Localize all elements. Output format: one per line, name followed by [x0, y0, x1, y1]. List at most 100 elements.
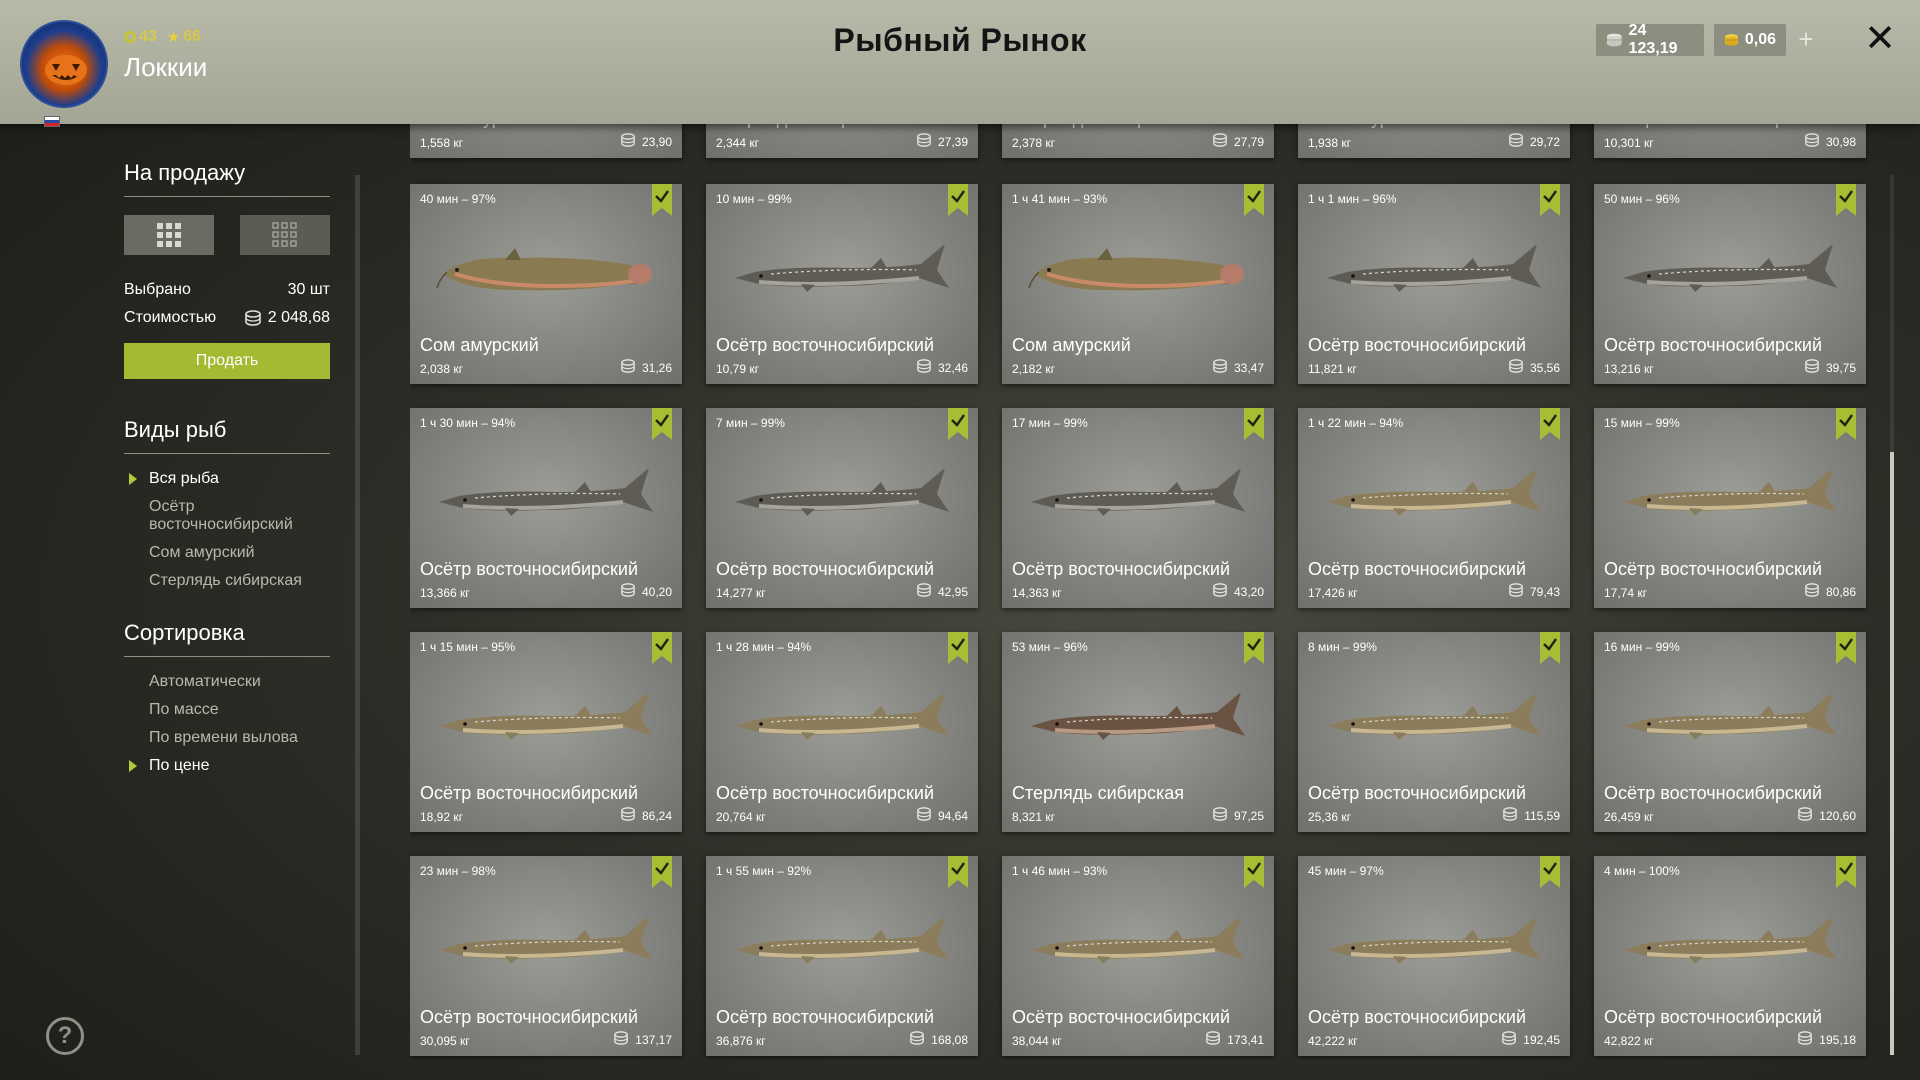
fish-card[interactable]: 1 ч 55 мин – 92% Осётр восточносибирский 3… [706, 856, 978, 1056]
fish-card[interactable]: 1 ч 22 мин – 94% Осётр восточносибирский 1… [1298, 408, 1570, 608]
close-button[interactable]: ✕ [1862, 18, 1898, 60]
fish-price: 23,90 [620, 133, 672, 150]
fish-price: 173,41 [1205, 1031, 1264, 1048]
fish-price-value: 29,72 [1529, 134, 1560, 149]
fish-card[interactable]: 23 мин – 98% Осётр восточносибирский 30,09… [410, 856, 682, 1056]
sell-button[interactable]: Продать [124, 343, 330, 379]
selected-checkmark-icon[interactable] [1540, 632, 1560, 664]
fish-price: 192,45 [1501, 1031, 1560, 1048]
fish-card[interactable]: 45 мин – 97% Осётр восточносибирский 42,22… [1298, 856, 1570, 1056]
fish-weight: 13,366 кг [420, 586, 470, 600]
large-grid-view-button[interactable] [124, 215, 214, 255]
fish-card[interactable]: 10 мин – 99% Осётр восточносибирский 10,79… [706, 184, 978, 384]
sturgeon-light-fish-icon [731, 682, 953, 752]
gold-amount: 0,06 [1744, 31, 1776, 48]
selected-checkmark-icon[interactable] [1244, 632, 1264, 664]
fish-name: Осётр восточносибирский [1604, 559, 1823, 579]
selected-checkmark-icon[interactable] [1244, 184, 1264, 216]
cost-value: 2 048,68 [267, 309, 330, 326]
fish-card[interactable]: 40 мин – 97% Сом амурский 2,038 кг 31,26 [410, 184, 682, 384]
silver-coins-icon [620, 359, 636, 376]
fish-card[interactable]: 1 ч 41 мин – 93% Сом амурский 2,182 кг 33,4… [1002, 184, 1274, 384]
silver-coins-icon [620, 583, 636, 600]
selected-checkmark-icon[interactable] [652, 184, 672, 216]
fish-card[interactable]: 1 ч 28 мин – 94% Осётр восточносибирский 2… [706, 632, 978, 832]
silver-coins-icon [909, 1031, 925, 1048]
catfish-fish-icon [435, 234, 657, 304]
fish-name: Сом амурский [1012, 335, 1131, 355]
fish-price: 168,08 [909, 1031, 968, 1048]
fish-card[interactable]: 1 ч 1 мин – 96% Осётр восточносибирский 11… [1298, 184, 1570, 384]
silver-coins-icon [1205, 1031, 1221, 1048]
fish-card[interactable]: 50 мин – 96% Осётр восточносибирский 13,21… [1594, 184, 1866, 384]
species-filter-item-label: Стерлядь сибирская [149, 572, 302, 589]
fish-card[interactable]: 1 ч 46 мин – 93% Осётр восточносибирский 3… [1002, 856, 1274, 1056]
selected-checkmark-icon[interactable] [1244, 408, 1264, 440]
selected-checkmark-icon[interactable] [1540, 856, 1560, 888]
fish-card[interactable]: 8 мин – 99% Осётр восточносибирский 25,36 … [1298, 632, 1570, 832]
fish-price-value: 79,43 [1529, 584, 1560, 599]
species-filter-item[interactable]: Стерлядь сибирская [124, 572, 330, 590]
fish-card[interactable]: Сом амурский 1,558 кг 23,90 [410, 124, 682, 158]
fish-card[interactable]: 15 мин – 99% Осётр восточносибирский 17,74… [1594, 408, 1866, 608]
species-filter-item[interactable]: Вся рыба [124, 470, 330, 488]
selected-checkmark-icon[interactable] [1836, 632, 1856, 664]
fish-weight: 42,822 кг [1604, 1034, 1654, 1048]
fish-card[interactable]: Стерлядь сибирская 2,344 кг 27,39 [706, 124, 978, 158]
selected-checkmark-icon[interactable] [652, 408, 672, 440]
fish-price: 27,39 [916, 133, 968, 150]
selected-checkmark-icon[interactable] [948, 184, 968, 216]
fish-weight: 42,222 кг [1308, 1034, 1358, 1048]
fish-card[interactable]: 1 ч 30 мин – 94% Осётр восточносибирский 1… [410, 408, 682, 608]
silver-coins-icon [1212, 583, 1228, 600]
fish-price: 42,95 [916, 583, 968, 600]
silver-balance: 24 123,19 [1596, 22, 1704, 57]
silver-coins-icon [916, 133, 932, 150]
fish-name: Осётр восточносибирский [1012, 1007, 1231, 1027]
fish-card[interactable]: Стерлядь сибирская 2,378 кг 27,79 [1002, 124, 1274, 158]
fish-card[interactable]: Сом амурский 1,938 кг 29,72 [1298, 124, 1570, 158]
selected-checkmark-icon[interactable] [1836, 184, 1856, 216]
add-currency-button[interactable]: + [1792, 26, 1820, 54]
fish-card[interactable]: 16 мин – 99% Осётр восточносибирский 26,45… [1594, 632, 1866, 832]
species-filter-item[interactable]: Сом амурский [124, 544, 330, 562]
fish-card[interactable]: 7 мин – 99% Осётр восточносибирский 14,277… [706, 408, 978, 608]
selected-checkmark-icon[interactable] [652, 856, 672, 888]
selected-checkmark-icon[interactable] [1540, 408, 1560, 440]
scrollbar-thumb[interactable] [1890, 452, 1894, 1055]
sort-option-item[interactable]: По времени вылова [124, 729, 330, 747]
fish-price: 79,43 [1508, 583, 1560, 600]
fish-card[interactable]: 4 мин – 100% Осётр восточносибирский 42,82… [1594, 856, 1866, 1056]
fish-name: Осётр восточносибирский [1604, 124, 1822, 129]
fish-name: Осётр восточносибирский [420, 1007, 639, 1027]
fish-weight: 13,216 кг [1604, 362, 1654, 376]
fish-price-value: 97,25 [1233, 808, 1264, 823]
selected-checkmark-icon[interactable] [652, 632, 672, 664]
fish-card[interactable]: Осётр восточносибирский 10,301 кг 30,98 [1594, 124, 1866, 158]
selected-checkmark-icon[interactable] [948, 408, 968, 440]
selected-checkmark-icon[interactable] [1836, 408, 1856, 440]
sort-option-item[interactable]: Автоматически [124, 673, 330, 691]
sort-option-item[interactable]: По цене [124, 757, 330, 775]
selected-checkmark-icon[interactable] [1836, 856, 1856, 888]
fish-weight: 2,182 кг [1012, 362, 1055, 376]
sort-option-item[interactable]: По массе [124, 701, 330, 719]
selected-checkmark-icon[interactable] [1540, 184, 1560, 216]
fish-price-value: 27,79 [1233, 134, 1264, 149]
fish-price: 30,98 [1804, 133, 1856, 150]
help-button[interactable]: ? [46, 1017, 84, 1055]
sort-option-item-label: По цене [149, 757, 210, 774]
fish-card[interactable]: 17 мин – 99% Осётр восточносибирский 14,36… [1002, 408, 1274, 608]
selected-checkmark-icon[interactable] [1244, 856, 1264, 888]
species-filter-item[interactable]: Осётр восточносибирский [124, 498, 330, 534]
fish-card[interactable]: 53 мин – 96% Стерлядь сибирская 8,321 кг 97… [1002, 632, 1274, 832]
small-grid-view-button[interactable] [240, 215, 330, 255]
catch-time-quality: 7 мин – 99% [716, 416, 785, 430]
sturgeon-light-fish-icon [1619, 682, 1841, 752]
fish-card[interactable]: 1 ч 15 мин – 95% Осётр восточносибирский 1… [410, 632, 682, 832]
grid-small-icon [272, 222, 297, 247]
selected-checkmark-icon[interactable] [948, 856, 968, 888]
selected-checkmark-icon[interactable] [948, 632, 968, 664]
silver-amount: 24 123,19 [1628, 22, 1678, 57]
fish-weight: 8,321 кг [1012, 810, 1055, 824]
